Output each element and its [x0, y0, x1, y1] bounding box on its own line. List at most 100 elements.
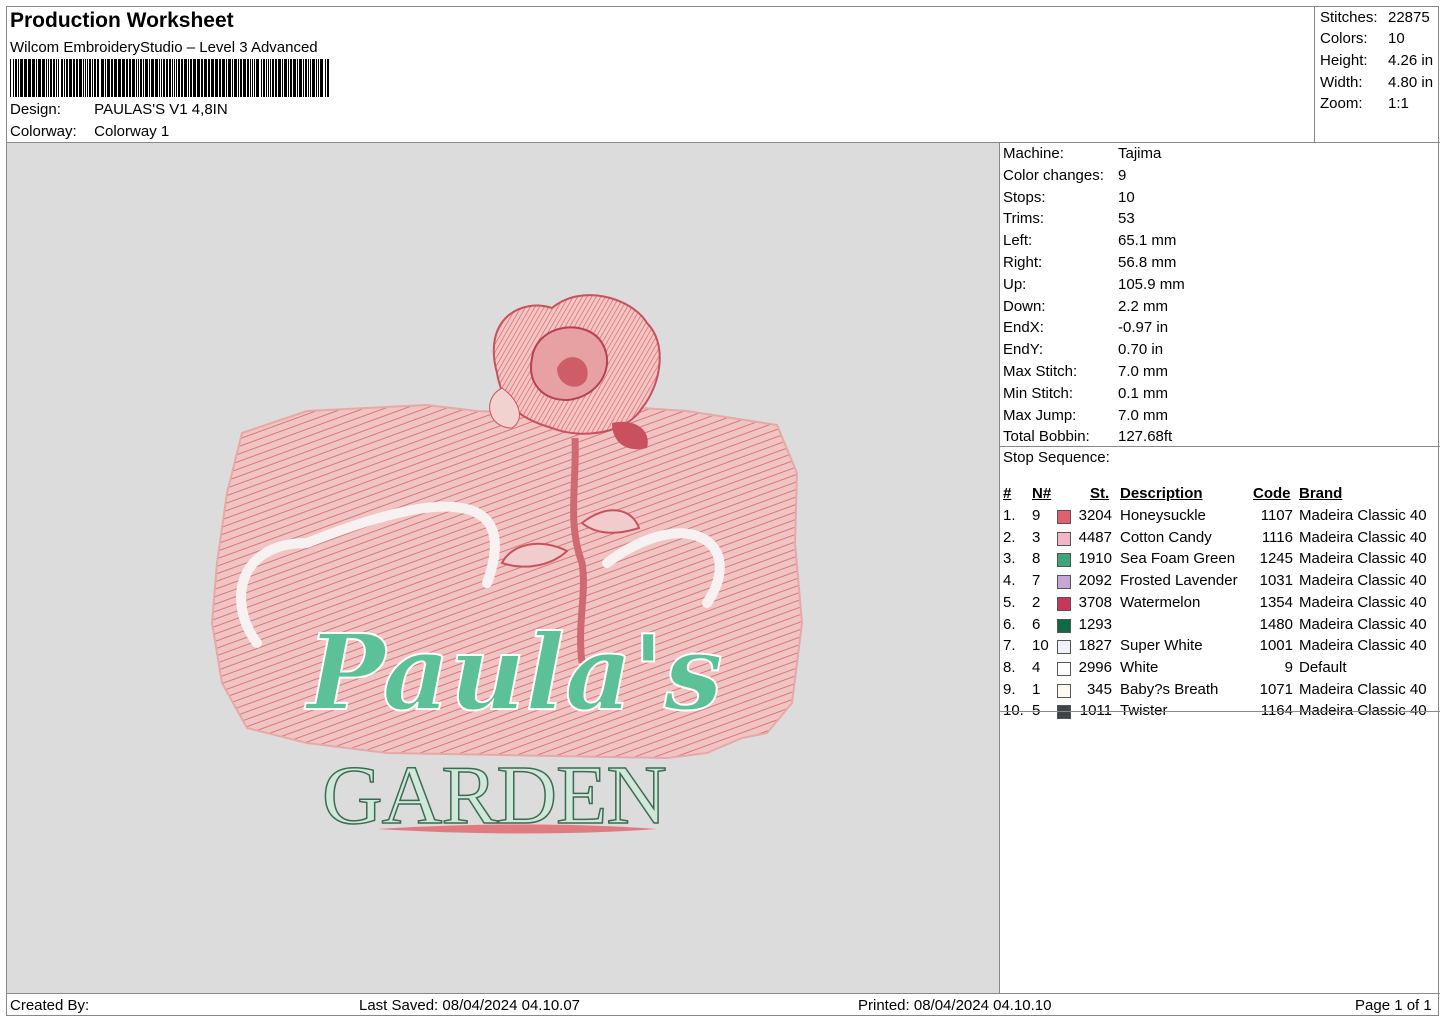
colorway-value: Colorway 1	[94, 123, 170, 140]
cell-num: 5.	[1003, 593, 1016, 611]
machine-info-row: Color changes: 9	[1003, 167, 1126, 184]
color-swatch	[1057, 640, 1071, 655]
color-swatch	[1057, 661, 1071, 676]
cell-st: 1293	[1078, 615, 1112, 633]
stat-value: 10	[1388, 30, 1405, 47]
cell-num: 9.	[1003, 680, 1016, 698]
machine-info-row: Machine: Tajima	[1003, 145, 1161, 162]
cell-code: 1245	[1259, 550, 1293, 568]
info-value: 65.1 mm	[1118, 232, 1177, 250]
cell-st: 345	[1086, 680, 1112, 698]
cell-brand: Madeira Classic 40	[1299, 572, 1427, 590]
stop-sequence-title: Stop Sequence:	[1003, 449, 1110, 466]
cell-needle: 3	[1032, 528, 1041, 546]
cell-needle: 4	[1032, 658, 1041, 676]
machine-info-row: Up: 105.9 mm	[1003, 276, 1185, 293]
cell-desc: Baby?s Breath	[1120, 680, 1219, 698]
machine-info-row: EndY: 0.70 in	[1003, 341, 1163, 358]
cell-brand: Default	[1299, 658, 1347, 676]
info-label: Machine:	[1003, 145, 1064, 162]
design-preview[interactable]: Paula's GARDEN	[7, 143, 1000, 993]
cell-needle: 6	[1032, 615, 1041, 633]
cell-desc: Honeysuckle	[1120, 507, 1206, 524]
info-value: 9	[1118, 166, 1127, 184]
cell-st: 2996	[1078, 658, 1112, 676]
printed-date: Printed: 08/04/2024 04.10.10	[858, 997, 1052, 1014]
table-row: 2. 3 4487 Cotton Candy 1116 Madeira Classic 4…	[1000, 529, 1440, 551]
info-label: Down:	[1003, 297, 1046, 315]
machine-info-row: Left: 65.1 mm	[1003, 232, 1176, 249]
color-swatch	[1057, 618, 1071, 633]
machine-info-row: Total Bobbin: 127.68ft	[1003, 428, 1172, 445]
machine-info-row: EndX: -0.97 in	[1003, 319, 1168, 336]
machine-info-row: Down: 2.2 mm	[1003, 298, 1168, 315]
cell-num: 6.	[1003, 615, 1016, 633]
col-brand: Brand	[1299, 485, 1343, 502]
cell-code: 1031	[1259, 572, 1293, 590]
page-title: Production Worksheet	[10, 9, 234, 32]
cell-brand: Madeira Classic 40	[1299, 637, 1427, 655]
color-swatch	[1057, 531, 1071, 546]
color-swatch	[1057, 683, 1071, 698]
color-swatch	[1057, 510, 1071, 524]
cell-needle: 1	[1032, 680, 1041, 698]
info-value: 2.2 mm	[1118, 297, 1169, 315]
info-value: -0.97 in	[1118, 319, 1169, 337]
info-value: 127.68ft	[1118, 428, 1173, 446]
info-value: 0.70 in	[1118, 341, 1164, 359]
cell-brand: Madeira Classic 40	[1299, 550, 1427, 568]
table-row: 8. 4 2996 White 9 Default	[1000, 659, 1440, 681]
info-label: EndX:	[1003, 319, 1044, 337]
info-value: 56.8 mm	[1118, 254, 1177, 271]
col-description: Description	[1120, 485, 1203, 502]
stat-value: 4.80 in	[1388, 74, 1434, 91]
stat-label: Width:	[1320, 74, 1363, 91]
cell-brand: Madeira Classic 40	[1299, 615, 1427, 633]
machine-info-row: Stops: 10	[1003, 189, 1135, 206]
colorway-row: Colorway: Colorway 1	[10, 123, 169, 140]
worksheet: Production Worksheet Wilcom EmbroiderySt…	[6, 6, 1440, 1016]
machine-info-row: Min Stitch: 0.1 mm	[1003, 385, 1168, 402]
cell-code: 1001	[1259, 637, 1293, 655]
table-row: 6. 6 1293 1480 Madeira Classic 40	[1000, 616, 1440, 638]
stat-value: 4.26 in	[1388, 52, 1434, 69]
stat-height: Height: 4.26 in	[1320, 52, 1440, 69]
col-code: Code	[1253, 485, 1291, 502]
cell-desc: Cotton Candy	[1120, 528, 1212, 546]
cell-brand: Madeira Classic 40	[1299, 507, 1427, 524]
table-row: 10.51011Twister1164Madeira Classic 40	[1000, 702, 1440, 724]
info-value: 105.9 mm	[1118, 275, 1185, 293]
info-value: 10	[1118, 188, 1135, 206]
divider	[1000, 711, 1440, 712]
cell-desc: Watermelon	[1120, 593, 1201, 611]
cell-needle: 8	[1032, 550, 1041, 568]
info-label: Min Stitch:	[1003, 384, 1074, 402]
cell-code: 1107	[1260, 507, 1293, 524]
cell-desc: Frosted Lavender	[1120, 572, 1238, 590]
cell-desc: Sea Foam Green	[1120, 550, 1236, 568]
stat-label: Colors:	[1320, 30, 1368, 47]
cell-brand: Madeira Classic 40	[1299, 593, 1427, 611]
info-label: Max Stitch:	[1003, 363, 1078, 380]
info-label: Up:	[1003, 275, 1027, 293]
software-name: Wilcom EmbroideryStudio – Level 3 Advanc…	[10, 39, 318, 56]
cell-code: 1354	[1259, 593, 1293, 611]
cell-num: 4.	[1003, 572, 1016, 590]
color-swatch	[1057, 705, 1071, 720]
info-label: Right:	[1003, 254, 1043, 271]
stat-stitches: Stitches: 22875	[1320, 9, 1440, 26]
cell-code: 1480	[1259, 615, 1293, 633]
cell-st: 4487	[1078, 528, 1112, 546]
worksheet-header: Production Worksheet Wilcom EmbroiderySt…	[7, 7, 1440, 143]
cell-desc: Super White	[1120, 637, 1203, 655]
info-value: Tajima	[1118, 145, 1162, 162]
table-row: 4. 7 2092 Frosted Lavender 1031 Madeira Class…	[1000, 572, 1440, 594]
cell-needle: 10	[1032, 637, 1049, 655]
cell-code: 1116	[1261, 528, 1293, 546]
cell-num: 8.	[1003, 658, 1016, 676]
color-swatch	[1057, 596, 1071, 611]
cell-needle: 7	[1032, 572, 1041, 590]
cell-st: 2092	[1078, 572, 1112, 590]
cell-num: 2.	[1003, 528, 1016, 546]
machine-info-row: Right: 56.8 mm	[1003, 254, 1176, 271]
